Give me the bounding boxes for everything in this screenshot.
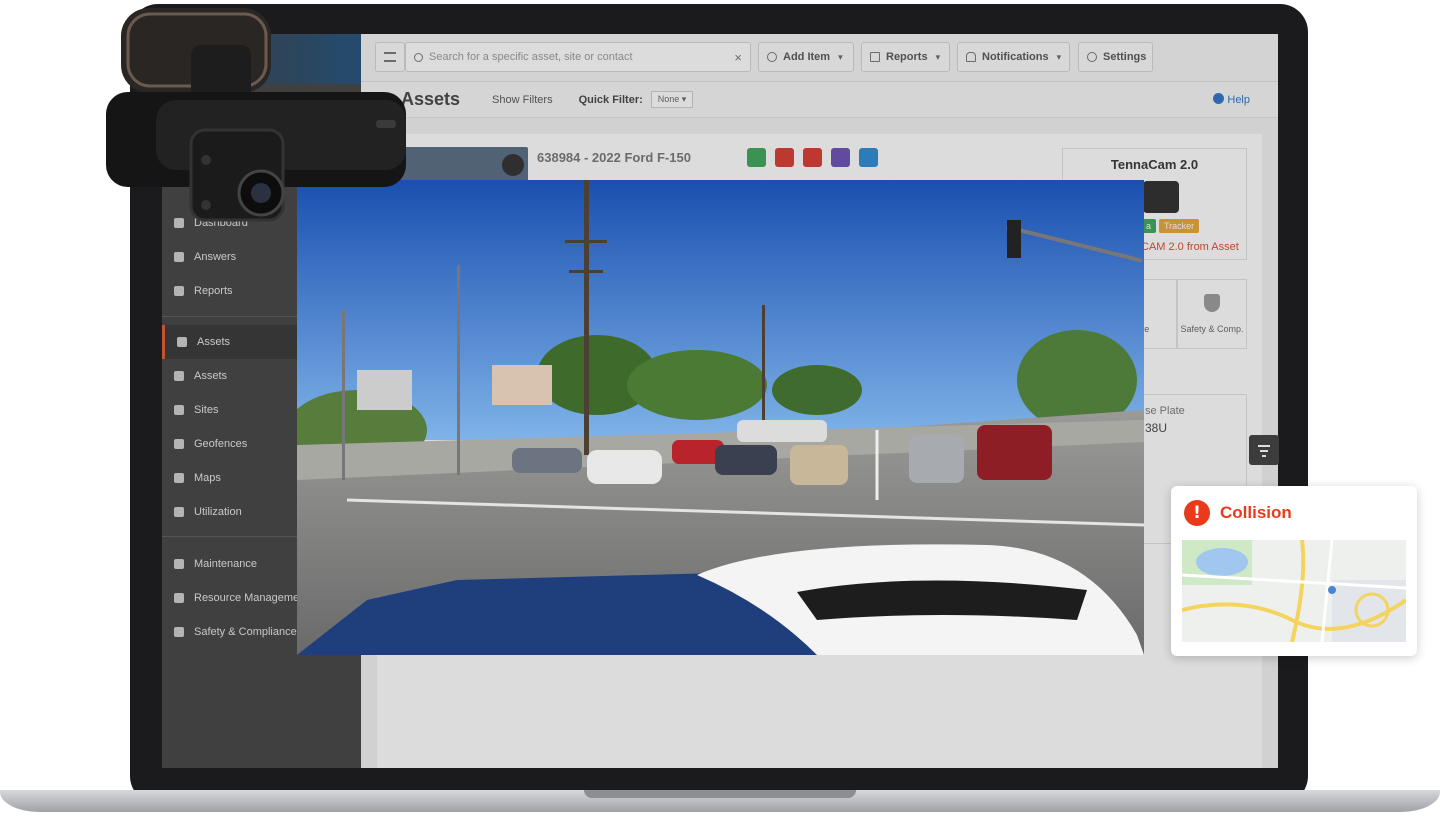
map-thumbnail — [1182, 540, 1406, 642]
collision-alert-card[interactable]: ! Collision — [1171, 486, 1417, 656]
collision-map[interactable] — [1182, 540, 1406, 642]
laptop-notch — [584, 790, 856, 798]
dashcam-device — [96, 0, 416, 230]
dashcam-device-image — [106, 8, 406, 222]
dashcam-image — [297, 180, 1144, 655]
filter-icon — [1249, 435, 1279, 457]
alert-icon: ! — [1184, 500, 1210, 526]
dashcam-footage — [297, 180, 1144, 655]
filter-button[interactable] — [1249, 435, 1279, 465]
collision-title: Collision — [1220, 503, 1292, 522]
